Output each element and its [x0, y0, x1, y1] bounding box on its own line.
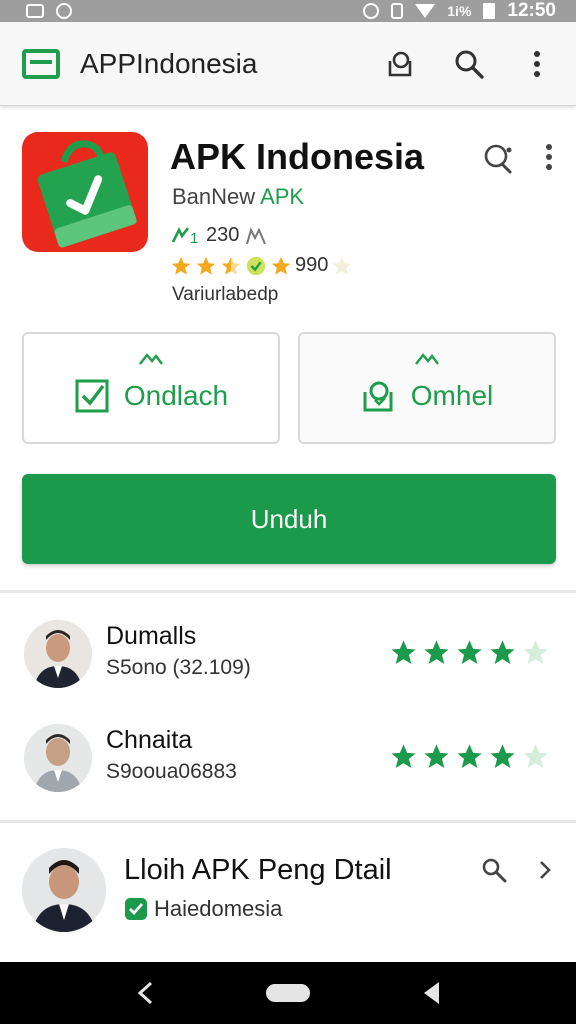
download-icon: [363, 381, 393, 412]
star-half-icon: [221, 256, 241, 275]
omhel-button[interactable]: Omhel: [298, 332, 556, 444]
review-stars: [389, 638, 550, 667]
rating-line: 990: [170, 254, 353, 277]
toolbar-title: APPIndonesia: [80, 47, 258, 79]
review-item[interactable]: Dumalls S5ono (32.109): [24, 620, 554, 696]
developer-name: APK: [260, 184, 305, 209]
ondlach-button[interactable]: Ondlach: [22, 332, 280, 444]
status-bar: 1i% 12:50: [0, 0, 576, 22]
divider: [0, 590, 576, 593]
share-icon: [388, 51, 412, 76]
ondlach-label: Ondlach: [123, 380, 229, 411]
notification-icon: [56, 3, 72, 19]
image-notification-icon: [26, 4, 44, 18]
developer-prefix: BanNew: [172, 184, 256, 209]
star-full-icon: [196, 256, 216, 275]
app-subtext: Variurlabedp: [172, 284, 279, 305]
check-box-icon: [75, 379, 109, 413]
divider: [0, 820, 576, 823]
star-full-icon: [424, 744, 449, 768]
install-button[interactable]: Unduh: [22, 474, 556, 564]
share-button[interactable]: [384, 47, 418, 81]
review-item[interactable]: Chnaita S9ooua06883: [24, 724, 554, 800]
meta-line: 1 230: [170, 224, 269, 247]
star-half-icon: [523, 744, 548, 768]
meta-count: 230: [206, 224, 240, 246]
developer-line[interactable]: BanNew APK: [172, 184, 304, 210]
avatar: [22, 848, 106, 932]
back-icon[interactable]: [135, 980, 155, 1006]
star-full-icon: [391, 640, 416, 664]
wifi-icon: [415, 4, 436, 18]
app-logo-icon: [22, 132, 148, 252]
app-name: APK Indonesia: [170, 136, 425, 177]
system-nav-bar: [0, 962, 576, 1024]
review-stars: [389, 742, 550, 771]
svg-text:1: 1: [190, 230, 198, 246]
avatar: [24, 724, 92, 792]
review-name: Dumalls: [106, 622, 197, 650]
home-icon[interactable]: [265, 984, 310, 1002]
star-full-icon: [490, 640, 515, 664]
chevron-up-icon: [415, 353, 439, 365]
star-half-icon: [523, 640, 548, 664]
card-subtitle: Haiedomesia: [154, 896, 283, 921]
star-full-icon: [457, 744, 482, 768]
signal-label: 1i%: [447, 3, 472, 19]
review-sub: S5ono (32.109): [106, 656, 251, 679]
card-sub-line: Haiedomesia: [124, 896, 282, 922]
avatar: [24, 620, 92, 688]
star-empty-icon: [333, 256, 352, 275]
verified-icon: [125, 898, 147, 920]
recents-icon[interactable]: [421, 980, 441, 1006]
badge-icon: [246, 256, 266, 275]
star-full-icon: [490, 744, 515, 768]
action-row: Ondlach Omhel: [22, 332, 556, 444]
more-icon[interactable]: [544, 142, 554, 172]
vibrate-icon: [391, 3, 404, 19]
alarm-icon: [363, 3, 380, 19]
review-name: Chnaita: [106, 726, 193, 754]
review-sub: S9ooua06883: [106, 760, 237, 783]
omhel-label: Omhel: [410, 380, 494, 411]
chevron-right-icon[interactable]: [538, 859, 552, 881]
card-title: Lloih APK Peng Dtail: [124, 854, 392, 886]
more-icon: [534, 50, 540, 77]
battery-icon: [483, 3, 496, 19]
star-full-icon: [171, 256, 191, 275]
related-card[interactable]: Lloih APK Peng Dtail Haiedomesia: [22, 848, 556, 942]
overflow-menu-button[interactable]: [520, 47, 554, 81]
download-count-icon: 1: [171, 226, 198, 246]
rating-count: 990: [295, 254, 329, 276]
chevron-up-icon: [139, 353, 163, 365]
star-full-icon: [391, 744, 416, 768]
star-full-icon: [271, 256, 291, 275]
star-full-icon: [424, 640, 449, 664]
status-time: 12:50: [507, 0, 556, 21]
store-logo-icon[interactable]: [22, 48, 60, 79]
star-full-icon: [457, 640, 482, 664]
search-button[interactable]: [452, 47, 486, 81]
thumb-icon: [246, 226, 267, 244]
top-toolbar: APPIndonesia: [0, 22, 576, 106]
search-icon[interactable]: [480, 856, 508, 884]
chat-icon[interactable]: [482, 142, 516, 174]
search-icon: [455, 50, 484, 79]
app-header: APK Indonesia BanNew APK 1 230 990 Variu…: [22, 132, 554, 312]
